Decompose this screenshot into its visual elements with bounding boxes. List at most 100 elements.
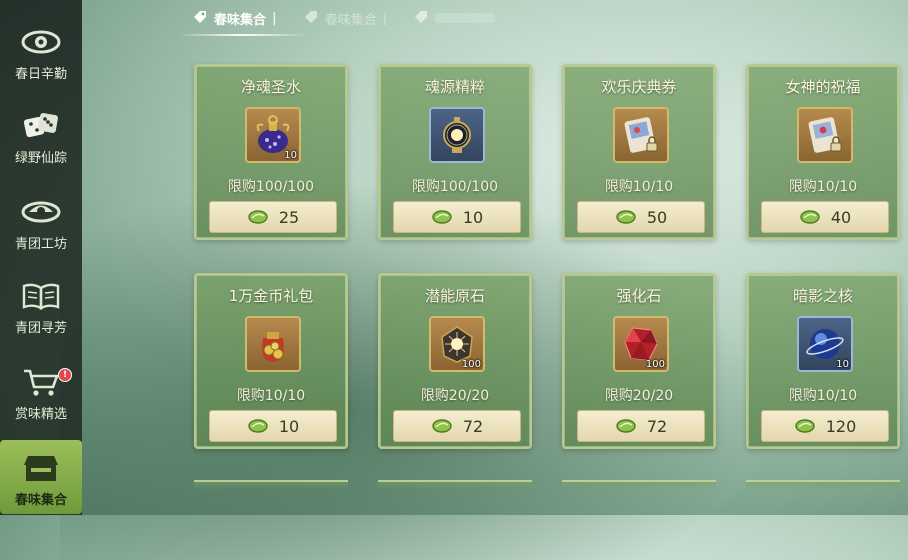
item-name: 净魂圣水 [240,78,301,96]
sidebar-item-spring-collection[interactable]: 春味集合 [0,440,82,514]
ticket-lock-icon [624,117,658,153]
price-value: 10 [462,207,484,227]
sidebar-item-spring-work[interactable]: 春日辛勤 [0,8,82,88]
shop-item-card[interactable]: 强化石 100 限购20/20 72 [562,273,716,449]
cart-icon [21,365,61,399]
sidebar-item-label: 青团寻芳 [14,321,67,336]
buy-button[interactable]: 120 [761,410,889,442]
item-quantity: 10 [284,150,297,161]
sidebar-item-label: 春日辛勤 [14,67,67,82]
sidebar-item-label: 春味集合 [14,493,67,508]
book-icon [21,279,61,313]
buy-button[interactable]: 72 [393,410,521,442]
sidebar-item-label: 赏味精选 [14,407,67,422]
price-value: 10 [278,416,300,436]
tab-third[interactable] [413,10,496,26]
sidebar-item-label: 绿野仙踪 [14,151,67,166]
tab-spring-collection[interactable]: 春味集合 | [192,9,277,28]
item-name: 暗影之核 [792,287,853,305]
leaf-coin-icon [248,210,268,224]
purchase-limit: 限购10/10 [788,388,858,404]
shop-item-card-partial[interactable] [378,480,532,490]
shop-item-card-partial[interactable] [562,480,716,490]
tab-divider: | [272,10,277,26]
leaf-coin-icon [795,419,815,433]
item-name: 强化石 [616,287,662,305]
item-quantity: 100 [645,359,665,370]
buy-button[interactable]: 25 [209,201,337,233]
shop-item-card-partial[interactable] [194,480,348,490]
shop-item-card[interactable]: 净魂圣水 10 限购100/100 25 [194,64,348,240]
shop-item-card[interactable]: 女神的祝福 限购10/10 40 [746,64,900,240]
purchase-limit: 限购100/100 [227,179,315,195]
purchase-limit: 限购10/10 [604,179,674,195]
shop-item-card[interactable]: 潜能原石 100 限购20/20 72 [378,273,532,449]
item-quantity: 100 [461,359,481,370]
active-tab-indicator [178,34,308,36]
shop-item-card[interactable]: 欢乐庆典券 限购10/10 50 [562,64,716,240]
leaf-coin-icon [432,210,452,224]
tab-divider: | [382,10,388,26]
buy-button[interactable]: 50 [577,201,705,233]
eye-emblem-icon [21,25,61,59]
item-name: 魂源精粹 [424,78,485,96]
price-value: 50 [646,207,668,227]
shop-item-card[interactable]: 暗影之核 10 限购10/10 120 [746,273,900,449]
item-name: 潜能原石 [424,287,485,305]
ticket-lock-icon [808,117,842,153]
coin-bag-icon [262,332,284,362]
purchase-limit: 限购100/100 [411,179,499,195]
tab-label-obscured [435,13,496,23]
price-value: 72 [462,416,484,436]
buy-button[interactable]: 10 [209,410,337,442]
item-icon-frame: 10 [245,107,301,163]
purchase-limit: 限购10/10 [788,179,858,195]
shop-item-card[interactable]: 魂源精粹 限购100/100 10 [378,64,532,240]
shop-item-card[interactable]: 1万金币礼包 限购10/10 10 [194,273,348,449]
leaf-coin-icon [616,419,636,433]
tab-label: 春味集合 [324,12,377,28]
leaf-coin-icon [800,210,820,224]
leaf-coin-icon [616,210,636,224]
item-quantity: 10 [836,359,849,370]
item-icon-frame [613,107,669,163]
price-value: 40 [830,207,852,227]
purchase-limit: 限购10/10 [236,388,306,404]
tab-spring-collection-2[interactable]: 春味集合 | [303,9,387,28]
sidebar-item-green-trail[interactable]: 绿野仙踪 [0,92,82,172]
tag-icon [194,11,206,23]
purchase-limit: 限购20/20 [604,388,674,404]
item-name: 欢乐庆典券 [601,78,677,96]
top-tabs: 春味集合 | 春味集合 | [180,0,900,36]
sidebar-item-qingtuan-search[interactable]: 青团寻芳 [0,262,82,342]
price-value: 72 [646,416,668,436]
purchase-limit: 限购20/20 [420,388,490,404]
buy-button[interactable]: 72 [577,410,705,442]
sidebar-item-tasting-picks[interactable]: 赏味精选 ! [0,348,82,428]
tag-icon [304,11,317,23]
item-icon-frame: 10 [797,316,853,372]
item-icon-frame [245,316,301,372]
item-icon-frame [429,107,485,163]
shop-item-card-partial[interactable] [746,480,900,490]
eye-emblem-icon [21,195,61,229]
item-icon-frame: 100 [429,316,485,372]
leaf-coin-icon [248,419,268,433]
tag-icon [415,11,428,23]
tab-label: 春味集合 [214,12,267,28]
buy-button[interactable]: 40 [761,201,889,233]
soul-lantern-icon [443,117,471,153]
price-value: 25 [278,207,300,227]
leaf-coin-icon [432,419,452,433]
item-name: 1万金币礼包 [228,287,314,305]
notification-badge: ! [58,368,72,382]
item-icon-frame: 100 [613,316,669,372]
buy-button[interactable]: 10 [393,201,521,233]
sidebar-item-label: 青团工坊 [14,237,67,252]
price-value: 120 [825,416,857,436]
item-icon-frame [797,107,853,163]
shop-icon [21,451,61,485]
sidebar: 春日辛勤 绿野仙踪 青团工坊 青团寻芳 赏味精选 ! 春味集合 [0,0,82,515]
sidebar-item-qingtuan-workshop[interactable]: 青团工坊 [0,178,82,258]
dice-icon [21,109,61,143]
